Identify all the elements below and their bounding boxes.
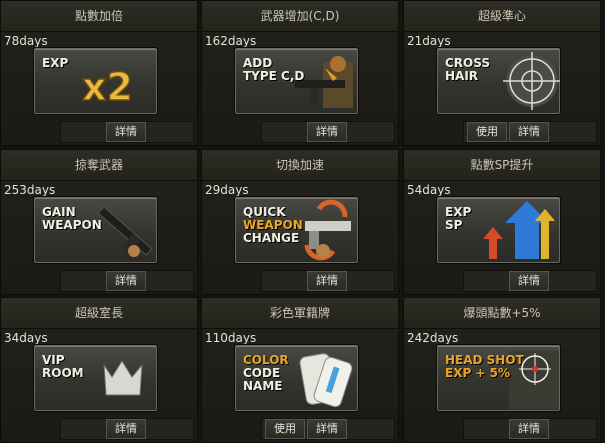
item-cell: 彩色軍籍牌 110days COLOR CODE NAME 使用 詳情 xyxy=(201,297,399,443)
item-card-label: ADD TYPE C,D xyxy=(243,57,304,83)
item-card-line: CHANGE xyxy=(243,231,300,245)
item-card-line: SP xyxy=(445,218,463,232)
item-days-remaining: 21days xyxy=(407,34,451,48)
item-title: 切換加速 xyxy=(202,150,398,181)
item-card-line: NAME xyxy=(243,379,283,393)
item-card-label: VIP ROOM xyxy=(42,354,84,380)
item-cell: 超級室長 34days VIP ROOM 詳情 xyxy=(0,297,198,443)
item-card-label: QUICK WEAPON CHANGE xyxy=(243,206,303,245)
item-title: 武器增加(C,D) xyxy=(202,1,398,32)
item-days-remaining: 110days xyxy=(205,331,257,345)
item-card-label: GAIN WEAPON xyxy=(42,206,102,232)
item-card[interactable]: COLOR CODE NAME xyxy=(234,344,359,412)
detail-button[interactable]: 詳情 xyxy=(307,122,347,142)
detail-button[interactable]: 詳情 xyxy=(509,122,549,142)
item-card[interactable]: QUICK WEAPON CHANGE xyxy=(234,196,359,264)
use-button[interactable]: 使用 xyxy=(467,122,507,142)
item-days-remaining: 162days xyxy=(205,34,257,48)
item-card-line: EXP + 5% xyxy=(445,366,511,380)
item-cell: 點數SP提升 54days EXP SP 詳情 xyxy=(403,149,601,295)
item-card-label: HEAD SHOT EXP + 5% xyxy=(445,354,524,380)
item-cell: 切換加速 29days QUICK WEAPON CHANGE 詳情 xyxy=(201,149,399,295)
item-card-label: EXP SP xyxy=(445,206,471,232)
item-days-remaining: 242days xyxy=(407,331,459,345)
item-cell: 武器增加(C,D) 162days ADD TYPE C,D 詳情 xyxy=(201,0,399,146)
detail-button[interactable]: 詳情 xyxy=(307,419,347,439)
item-card[interactable]: ADD TYPE C,D xyxy=(234,47,359,115)
item-title: 點數SP提升 xyxy=(404,150,600,181)
detail-button[interactable]: 詳情 xyxy=(106,419,146,439)
item-card[interactable]: GAIN WEAPON xyxy=(33,196,158,264)
item-card-line: HAIR xyxy=(445,69,479,83)
item-card-line: ROOM xyxy=(42,366,84,380)
item-card-line: TYPE C,D xyxy=(243,69,305,83)
item-card[interactable]: CROSS HAIR xyxy=(436,47,561,115)
item-days-remaining: 29days xyxy=(205,183,249,197)
item-cell: 掠奪武器 253days GAIN WEAPON 詳情 xyxy=(0,149,198,295)
item-cell: 點數加倍78daysx2EXP詳情x2 xyxy=(0,0,198,146)
item-title: 爆頭點數+5% xyxy=(404,298,600,329)
item-card-label: CROSS HAIR xyxy=(445,57,490,83)
item-card-line: WEAPON xyxy=(42,218,102,232)
detail-button[interactable]: 詳情 xyxy=(106,271,146,291)
item-title: 超級室長 xyxy=(1,298,197,329)
item-days-remaining: 253days xyxy=(4,183,56,197)
item-grid: 點數加倍78daysx2EXP詳情x2武器增加(C,D)162daysADDTY… xyxy=(0,0,605,443)
item-title: 點數加倍 xyxy=(1,1,197,32)
detail-button[interactable]: 詳情 xyxy=(509,271,549,291)
item-days-remaining: 54days xyxy=(407,183,451,197)
item-card[interactable]: VIP ROOM xyxy=(33,344,158,412)
item-card-label: COLOR CODE NAME xyxy=(243,354,289,393)
item-days-remaining: 78days xyxy=(4,34,48,48)
item-card[interactable]: EXP SP xyxy=(436,196,561,264)
item-title: 掠奪武器 xyxy=(1,150,197,181)
item-cell: 超級準心 21days CROSS HAIR 使用 詳情 xyxy=(403,0,601,146)
item-card[interactable]: HEAD SHOT EXP + 5% xyxy=(436,344,561,412)
item-card-label: EXP xyxy=(42,57,68,70)
item-cell: 爆頭點數+5% 242days HEAD SHOT EXP + 5% 詳情 xyxy=(403,297,601,443)
item-title: 超級準心 xyxy=(404,1,600,32)
use-button[interactable]: 使用 xyxy=(265,419,305,439)
item-card-highlight: x2 xyxy=(83,57,129,97)
item-title: 彩色軍籍牌 xyxy=(202,298,398,329)
item-card-line: EXP xyxy=(42,56,69,70)
detail-button[interactable]: 詳情 xyxy=(307,271,347,291)
item-days-remaining: 34days xyxy=(4,331,48,345)
detail-button[interactable]: 詳情 xyxy=(106,122,146,142)
detail-button[interactable]: 詳情 xyxy=(509,419,549,439)
